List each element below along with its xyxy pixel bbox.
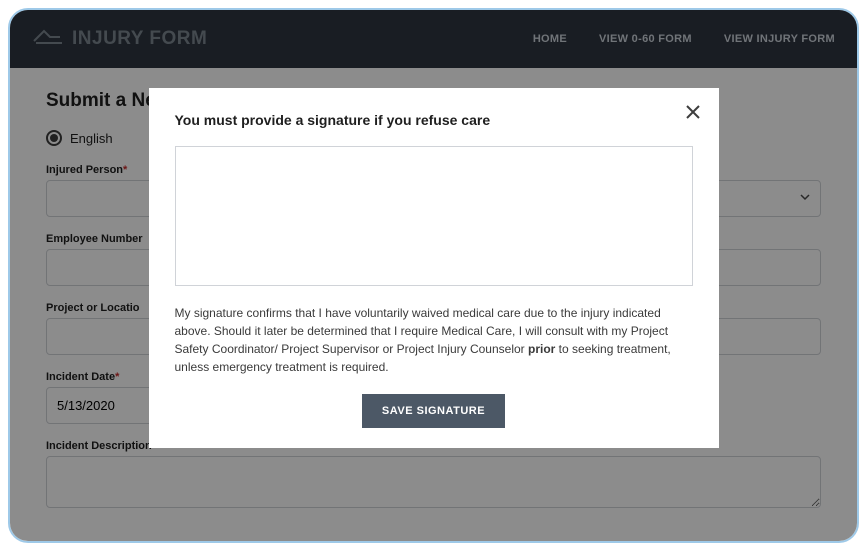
save-signature-button[interactable]: SAVE SIGNATURE [362, 394, 505, 428]
signature-canvas[interactable] [175, 146, 693, 286]
app-container: INJURY FORM HOME VIEW 0-60 FORM VIEW INJ… [10, 10, 857, 541]
modal-title: You must provide a signature if you refu… [175, 112, 693, 128]
signature-modal: You must provide a signature if you refu… [149, 88, 719, 448]
close-icon[interactable] [685, 104, 701, 125]
consent-text: My signature confirms that I have volunt… [175, 304, 693, 376]
modal-overlay[interactable]: You must provide a signature if you refu… [10, 10, 857, 541]
app-frame: INJURY FORM HOME VIEW 0-60 FORM VIEW INJ… [8, 8, 859, 543]
